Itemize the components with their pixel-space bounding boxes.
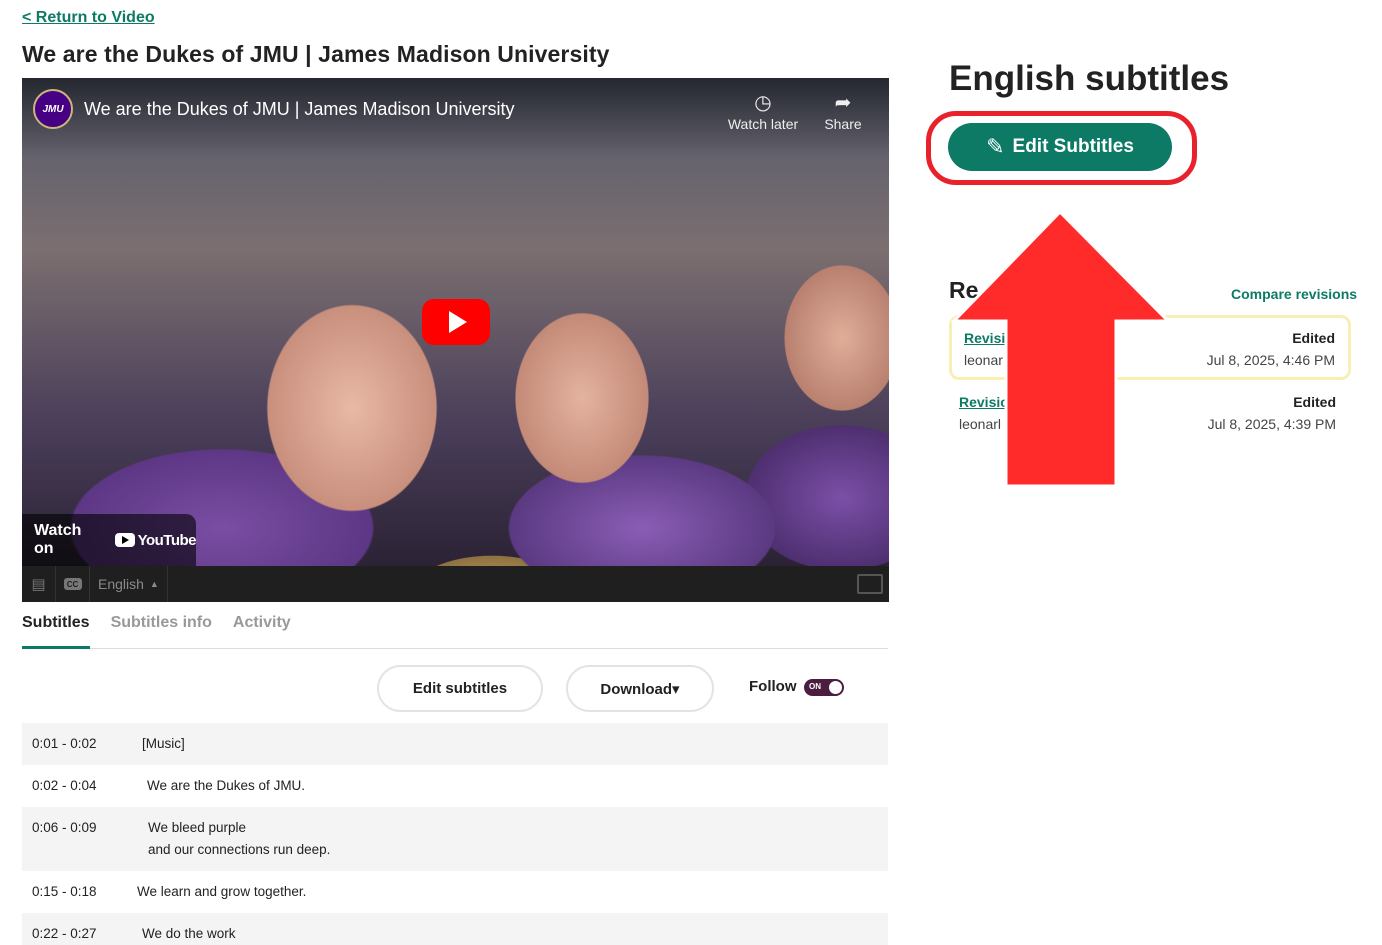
subtitle-line: and our connections run deep. — [148, 842, 331, 857]
subtitle-text: We bleed purple and our connections run … — [148, 817, 330, 871]
download-button[interactable]: Download▾ — [566, 665, 714, 712]
subtitle-row[interactable]: 0:22 - 0:27 We do the work — [22, 913, 888, 945]
follow-toggle[interactable]: ON — [804, 679, 844, 696]
edit-subtitles-button[interactable]: Edit subtitles — [377, 665, 543, 712]
compare-revisions-link[interactable]: Compare revisions — [1231, 286, 1357, 302]
tab-activity[interactable]: Activity — [233, 610, 291, 649]
tab-subtitles[interactable]: Subtitles — [22, 610, 90, 649]
subtitle-text: We do the work — [142, 926, 236, 941]
page-title: We are the Dukes of JMU | James Madison … — [22, 41, 610, 67]
follow-label: Follow — [749, 678, 797, 695]
embed-title[interactable]: We are the Dukes of JMU | James Madison … — [84, 99, 515, 120]
subtitle-row[interactable]: 0:15 - 0:18 We learn and grow together. — [22, 871, 888, 913]
return-to-video-link[interactable]: < Return to Video — [22, 9, 155, 27]
share-label: Share — [824, 116, 862, 132]
revision-date: Jul 8, 2025, 4:46 PM — [1206, 352, 1335, 368]
youtube-logo-icon — [114, 533, 135, 547]
watch-on-label: Watch on — [34, 522, 82, 557]
subtitle-row[interactable]: 0:06 - 0:09 We bleed purple and our conn… — [22, 807, 888, 871]
subtitle-row[interactable]: 0:02 - 0:04 We are the Dukes of JMU. — [22, 765, 888, 807]
youtube-brand: YouTube — [137, 531, 197, 549]
caret-up-icon: ▲ — [149, 579, 159, 589]
subtitle-text: We are the Dukes of JMU. — [147, 778, 306, 793]
captions-button[interactable]: CC — [56, 566, 90, 602]
play-icon — [449, 311, 467, 333]
subtitles-panel-title: English subtitles — [949, 59, 1230, 98]
subtitle-time: 0:06 - 0:09 — [32, 820, 97, 835]
watch-later-label: Watch later — [727, 116, 799, 132]
watch-later-button[interactable]: ◷ Watch later — [723, 90, 803, 132]
language-value: English — [98, 576, 144, 592]
video-player[interactable]: JMU We are the Dukes of JMU | James Madi… — [22, 78, 889, 566]
tab-bar: Subtitles Subtitles info Activity — [22, 610, 888, 649]
subtitle-row[interactable]: 0:01 - 0:02 [Music] — [22, 723, 888, 765]
channel-logo[interactable]: JMU — [33, 89, 73, 129]
revision-status: Edited — [1292, 330, 1335, 346]
player-control-bar: ▤ CC English ▲ — [22, 566, 889, 602]
toggle-knob — [829, 681, 842, 694]
subtitle-line: We bleed purple — [148, 820, 247, 835]
clock-icon: ◷ — [754, 92, 772, 114]
annotation-highlight-ring — [926, 111, 1197, 185]
subtitle-text: We learn and grow together. — [137, 884, 307, 899]
share-button[interactable]: ➦ Share — [803, 90, 883, 132]
subtitle-time: 0:15 - 0:18 — [32, 884, 97, 899]
subtitle-list: 0:01 - 0:02 [Music] 0:02 - 0:04 We are t… — [22, 723, 888, 945]
language-select[interactable]: English ▲ — [90, 566, 168, 602]
play-button[interactable] — [422, 299, 490, 345]
transcript-button[interactable]: ▤ — [22, 566, 56, 602]
watch-on-youtube-button[interactable]: Watch on YouTube — [22, 514, 197, 566]
toggle-on-text: ON — [809, 682, 821, 691]
tab-subtitles-info[interactable]: Subtitles info — [111, 610, 212, 649]
red-arrow-annotation — [950, 209, 1172, 488]
fullscreen-icon[interactable] — [857, 574, 883, 594]
subtitle-time: 0:01 - 0:02 — [32, 736, 97, 751]
subtitle-text: [Music] — [142, 736, 185, 751]
revision-date: Jul 8, 2025, 4:39 PM — [1207, 416, 1336, 432]
cc-icon: CC — [63, 578, 82, 590]
transcript-icon: ▤ — [31, 576, 46, 593]
subtitle-time: 0:02 - 0:04 — [32, 778, 97, 793]
revision-status: Edited — [1293, 394, 1336, 410]
subtitle-time: 0:22 - 0:27 — [32, 926, 97, 941]
share-icon: ➦ — [834, 92, 852, 114]
